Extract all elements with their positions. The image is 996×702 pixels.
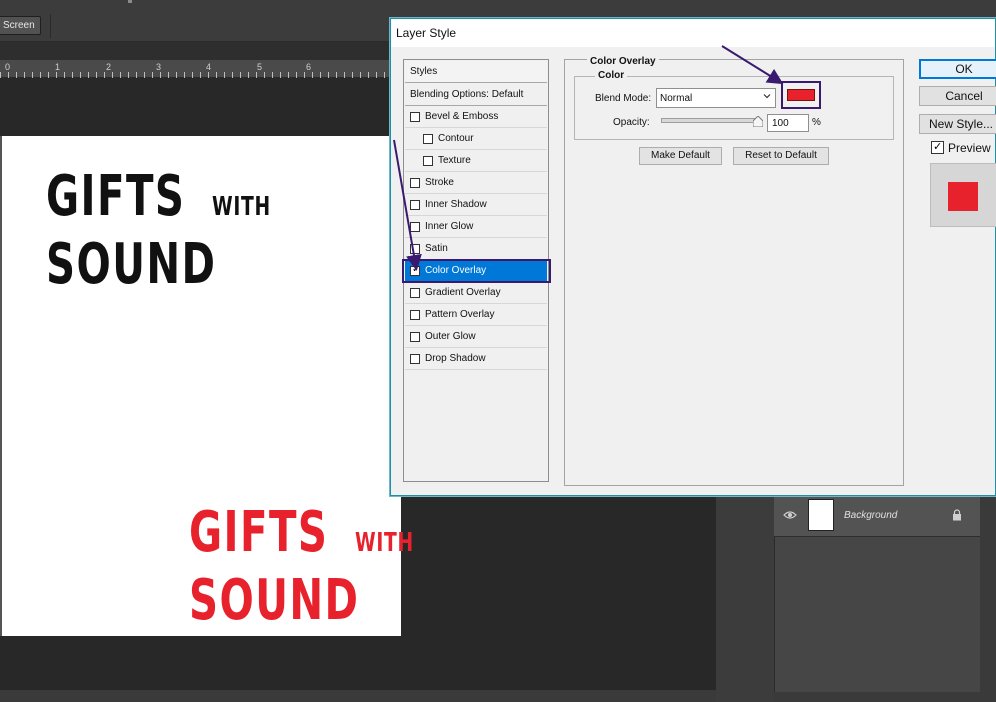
gifts-text-red: GIFTS WITH SOUND xyxy=(189,500,436,633)
blend-mode-value: Normal xyxy=(660,93,693,104)
with-word: WITH xyxy=(211,192,271,222)
new-style-button[interactable]: New Style... xyxy=(919,114,996,134)
checkbox[interactable]: ✓ xyxy=(410,264,421,276)
make-default-button[interactable]: Make Default xyxy=(639,147,722,165)
style-item-color-overlay[interactable]: ✓ Color Overlay xyxy=(405,260,547,282)
status-bar xyxy=(0,690,716,702)
checkbox[interactable] xyxy=(410,332,420,342)
preview-label: Preview xyxy=(948,141,991,155)
screen-mode-button[interactable]: Screen xyxy=(0,16,41,35)
ruler-num: 6 xyxy=(306,62,312,72)
reset-to-default-button[interactable]: Reset to Default xyxy=(733,147,829,165)
layer-name[interactable]: Background xyxy=(844,510,897,521)
checkbox[interactable] xyxy=(410,354,420,364)
style-item-stroke[interactable]: Stroke xyxy=(405,172,547,194)
checkbox[interactable] xyxy=(410,112,420,122)
checkbox[interactable] xyxy=(410,288,420,298)
style-item-satin[interactable]: Satin xyxy=(405,238,547,260)
styles-list: Styles Blending Options: Default Bevel &… xyxy=(403,59,549,482)
with-word: WITH xyxy=(354,528,414,558)
style-item-label: Satin xyxy=(425,243,448,254)
checkbox[interactable] xyxy=(410,310,420,320)
blending-options-item[interactable]: Blending Options: Default xyxy=(405,84,547,106)
lock-icon xyxy=(953,509,961,521)
check-icon: ✓ xyxy=(412,264,421,275)
style-item-bevel-emboss[interactable]: Bevel & Emboss xyxy=(405,106,547,128)
document-tab-strip xyxy=(0,42,392,60)
checkbox[interactable] xyxy=(410,200,420,210)
toolbar-separator xyxy=(50,14,51,38)
style-item-outer-glow[interactable]: Outer Glow xyxy=(405,326,547,348)
gifts-word: GIFTS xyxy=(46,164,186,229)
style-item-texture[interactable]: Texture xyxy=(405,150,547,172)
panel-scroll-edge xyxy=(980,497,996,702)
cancel-button[interactable]: Cancel xyxy=(919,86,996,106)
chevron-down-icon xyxy=(763,94,771,99)
style-preview xyxy=(930,163,996,227)
eye-icon[interactable] xyxy=(783,510,797,520)
annotation-swatch-highlight xyxy=(781,81,821,109)
preview-swatch xyxy=(948,182,978,211)
style-item-label: Color Overlay xyxy=(425,265,487,276)
style-item-label: Contour xyxy=(438,133,474,144)
layer-style-dialog: Layer Style Styles Blending Options: Def… xyxy=(390,18,996,496)
style-item-label: Inner Glow xyxy=(425,221,474,232)
ruler-num: 1 xyxy=(55,62,61,72)
ruler-num: 0 xyxy=(5,62,11,72)
ok-button[interactable]: OK xyxy=(919,59,996,79)
checkbox[interactable] xyxy=(423,134,433,144)
blend-mode-label: Blend Mode: xyxy=(595,93,652,104)
style-item-pattern-overlay[interactable]: Pattern Overlay xyxy=(405,304,547,326)
ruler-num: 4 xyxy=(206,62,212,72)
canvas-edge xyxy=(0,136,2,636)
opacity-label: Opacity: xyxy=(613,117,650,128)
style-item-inner-shadow[interactable]: Inner Shadow xyxy=(405,194,547,216)
layer-thumbnail[interactable] xyxy=(808,499,834,531)
opacity-slider[interactable] xyxy=(661,118,761,123)
opacity-input[interactable]: 100 xyxy=(767,114,809,132)
checkbox[interactable] xyxy=(410,222,420,232)
style-item-inner-glow[interactable]: Inner Glow xyxy=(405,216,547,238)
checkbox[interactable] xyxy=(410,178,420,188)
topbar-tick xyxy=(128,0,132,3)
style-item-contour[interactable]: Contour xyxy=(405,128,547,150)
slider-thumb-icon[interactable] xyxy=(753,116,763,127)
sound-word: SOUND xyxy=(46,232,217,297)
style-item-label: Inner Shadow xyxy=(425,199,487,210)
gifts-text-black: GIFTS WITH SOUND xyxy=(46,164,293,297)
style-item-label: Drop Shadow xyxy=(425,353,486,364)
sound-word: SOUND xyxy=(189,568,360,633)
checkbox[interactable] xyxy=(410,244,420,254)
style-item-label: Stroke xyxy=(425,177,454,188)
opacity-unit: % xyxy=(812,117,821,128)
dialog-title: Layer Style xyxy=(391,19,995,47)
preview-checkbox[interactable]: ✓ xyxy=(931,141,944,154)
style-item-drop-shadow[interactable]: Drop Shadow xyxy=(405,348,547,370)
style-item-label: Gradient Overlay xyxy=(425,287,501,298)
ruler-num: 3 xyxy=(156,62,162,72)
color-group xyxy=(574,76,894,140)
style-item-gradient-overlay[interactable]: Gradient Overlay xyxy=(405,282,547,304)
layers-footer xyxy=(774,692,980,702)
section-title: Color Overlay xyxy=(587,56,659,67)
style-item-label: Texture xyxy=(438,155,471,166)
checkbox[interactable] xyxy=(423,156,433,166)
color-swatch[interactable] xyxy=(787,89,815,101)
blend-mode-select[interactable]: Normal xyxy=(656,88,776,108)
ruler-num: 5 xyxy=(257,62,263,72)
gifts-word: GIFTS xyxy=(189,500,329,565)
style-item-label: Outer Glow xyxy=(425,331,476,342)
styles-header[interactable]: Styles xyxy=(405,61,547,83)
document-canvas[interactable]: GIFTS WITH SOUND GIFTS WITH SOUND xyxy=(0,136,413,636)
style-item-label: Pattern Overlay xyxy=(425,309,495,320)
color-group-label: Color xyxy=(595,70,628,81)
check-icon: ✓ xyxy=(933,141,943,153)
style-item-label: Bevel & Emboss xyxy=(425,111,499,122)
ruler-num: 2 xyxy=(106,62,112,72)
